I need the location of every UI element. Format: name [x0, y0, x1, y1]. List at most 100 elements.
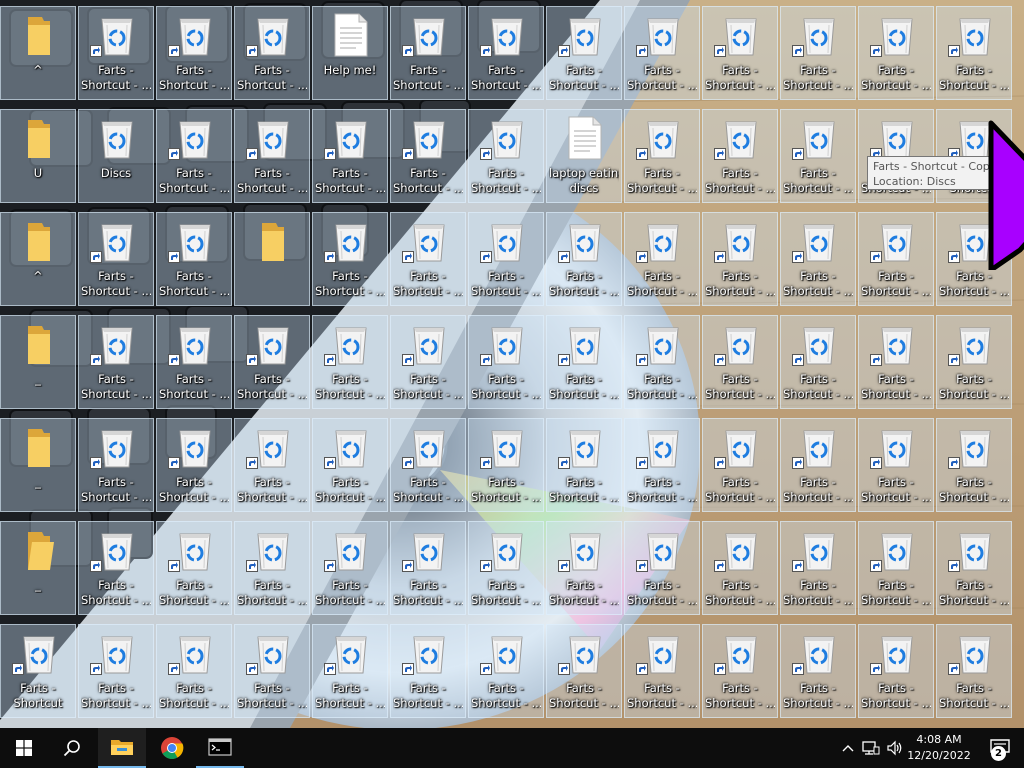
desktop-shortcut[interactable]: Farts -Shortcut - ...	[936, 315, 1012, 409]
desktop-shortcut[interactable]: Farts -Shortcut - ...	[702, 315, 778, 409]
show-hidden-icons-button[interactable]	[838, 728, 858, 768]
desktop-folder[interactable]	[234, 212, 310, 306]
desktop-shortcut[interactable]: Farts -Shortcut - ...	[234, 624, 310, 718]
desktop-folder[interactable]: _	[0, 315, 76, 409]
recycle-bin-icon	[480, 425, 526, 469]
desktop-shortcut[interactable]: Farts -Shortcut - ...	[390, 109, 466, 203]
desktop-folder[interactable]: U	[0, 109, 76, 203]
desktop-shortcut[interactable]: Farts -Shortcut - ...	[78, 315, 154, 409]
desktop-shortcut[interactable]: Farts -Shortcut - ...	[702, 212, 778, 306]
desktop-shortcut[interactable]: Farts -Shortcut - ...	[234, 418, 310, 512]
desktop-shortcut[interactable]: Farts -Shortcut - ...	[546, 315, 622, 409]
desktop-shortcut[interactable]: Farts -Shortcut - ...	[624, 521, 700, 615]
desktop-shortcut[interactable]: Farts -Shortcut - ...	[468, 6, 544, 100]
desktop-shortcut[interactable]: Farts -Shortcut - ...	[858, 315, 934, 409]
desktop-folder[interactable]: _	[0, 418, 76, 512]
start-button[interactable]	[0, 728, 48, 768]
desktop-shortcut[interactable]: Farts -Shortcut - ...	[858, 6, 934, 100]
desktop-shortcut[interactable]: Farts -Shortcut - ...	[312, 109, 388, 203]
desktop-shortcut[interactable]: Farts -Shortcut - ...	[234, 315, 310, 409]
desktop-shortcut[interactable]: Farts -Shortcut - ...	[78, 418, 154, 512]
desktop-shortcut[interactable]: Farts -Shortcut - ...	[858, 212, 934, 306]
desktop-shortcut[interactable]: Farts -Shortcut - ...	[624, 109, 700, 203]
desktop-shortcut[interactable]: Farts -Shortcut - ...	[546, 6, 622, 100]
volume-button[interactable]	[884, 728, 906, 768]
desktop-shortcut[interactable]: Farts -Shortcut - ...	[156, 212, 232, 306]
desktop-shortcut[interactable]: Farts -Shortcut - ...	[780, 6, 856, 100]
desktop-shortcut[interactable]: Farts -Shortcut - ...	[156, 6, 232, 100]
desktop-shortcut[interactable]: Farts -Shortcut - ...	[78, 521, 154, 615]
notification-count-badge: 2	[991, 746, 1006, 761]
desktop-recycle-bin[interactable]: Discs	[78, 109, 154, 203]
chrome-button[interactable]	[148, 728, 196, 768]
desktop-shortcut[interactable]: Farts -Shortcut - ...	[702, 109, 778, 203]
desktop-shortcut[interactable]: Farts -Shortcut - ...	[546, 418, 622, 512]
desktop-shortcut[interactable]: Farts -Shortcut - ...	[312, 521, 388, 615]
desktop-shortcut[interactable]: Farts -Shortcut - ...	[858, 418, 934, 512]
desktop-shortcut[interactable]: Farts -Shortcut - ...	[858, 521, 934, 615]
desktop-folder[interactable]: ^	[0, 212, 76, 306]
command-prompt-button[interactable]	[196, 728, 244, 768]
desktop-shortcut[interactable]: Farts -Shortcut - ...	[234, 6, 310, 100]
desktop-shortcut[interactable]: Farts -Shortcut - ...	[468, 109, 544, 203]
desktop-shortcut[interactable]: Farts -Shortcut - ...	[702, 624, 778, 718]
search-button[interactable]	[48, 728, 96, 768]
desktop-shortcut[interactable]: Farts -Shortcut - ...	[156, 418, 232, 512]
desktop-shortcut[interactable]: Farts -Shortcut - ...	[780, 109, 856, 203]
desktop-shortcut[interactable]: Farts -Shortcut - ...	[390, 212, 466, 306]
desktop-shortcut[interactable]: Farts -Shortcut - ...	[156, 109, 232, 203]
desktop-shortcut[interactable]: Farts -Shortcut - ...	[390, 6, 466, 100]
desktop-shortcut[interactable]: Farts -Shortcut - ...	[702, 418, 778, 512]
desktop-shortcut[interactable]: Farts -Shortcut - ...	[234, 521, 310, 615]
desktop-shortcut[interactable]: Farts -Shortcut - ...	[390, 521, 466, 615]
desktop-shortcut[interactable]: Farts -Shortcut - ...	[858, 624, 934, 718]
desktop-shortcut[interactable]: Farts -Shortcut - ...	[936, 624, 1012, 718]
desktop-shortcut[interactable]: Farts -Shortcut - ...	[702, 521, 778, 615]
desktop-shortcut[interactable]: Farts -Shortcut - ...	[546, 212, 622, 306]
desktop-shortcut[interactable]: Farts -Shortcut - ...	[78, 6, 154, 100]
desktop-shortcut[interactable]: Farts -Shortcut - ...	[468, 212, 544, 306]
desktop-shortcut[interactable]: Farts -Shortcut - ...	[156, 521, 232, 615]
desktop-shortcut[interactable]: Farts -Shortcut - ...	[234, 109, 310, 203]
file-explorer-button[interactable]	[98, 728, 146, 768]
desktop-shortcut[interactable]: Farts -Shortcut - ...	[156, 624, 232, 718]
desktop-folder[interactable]: ^	[0, 6, 76, 100]
desktop-shortcut[interactable]: Farts -Shortcut - ...	[624, 212, 700, 306]
desktop-shortcut[interactable]: Farts -Shortcut - ...	[312, 212, 388, 306]
desktop-shortcut[interactable]: Farts -Shortcut - ...	[390, 418, 466, 512]
desktop-shortcut[interactable]: Farts -Shortcut - ...	[936, 521, 1012, 615]
desktop-shortcut[interactable]: Farts -Shortcut - ...	[624, 418, 700, 512]
desktop-shortcut[interactable]: Farts -Shortcut - ...	[546, 521, 622, 615]
desktop-shortcut[interactable]: Farts -Shortcut - ...	[624, 6, 700, 100]
desktop-shortcut[interactable]: Farts -Shortcut - ...	[156, 315, 232, 409]
desktop-shortcut[interactable]: Farts -Shortcut - ...	[780, 624, 856, 718]
desktop-shortcut[interactable]: Farts -Shortcut - ...	[390, 624, 466, 718]
desktop-shortcut[interactable]: Farts -Shortcut - ...	[702, 6, 778, 100]
desktop-shortcut[interactable]: Farts -Shortcut - ...	[390, 315, 466, 409]
desktop-shortcut[interactable]: Farts -Shortcut - ...	[468, 624, 544, 718]
desktop-shortcut[interactable]: Farts -Shortcut - ...	[936, 6, 1012, 100]
desktop-shortcut[interactable]: Farts -Shortcut - ...	[312, 315, 388, 409]
desktop-shortcut[interactable]: Farts -Shortcut - ...	[468, 418, 544, 512]
desktop-shortcut[interactable]: Farts -Shortcut - ...	[624, 624, 700, 718]
desktop-shortcut[interactable]: Farts -Shortcut	[0, 624, 76, 718]
desktop-shortcut[interactable]: Farts -Shortcut - ...	[468, 521, 544, 615]
desktop-shortcut[interactable]: Farts -Shortcut - ...	[78, 212, 154, 306]
desktop-text-file[interactable]: Help me!	[312, 6, 388, 100]
desktop-shortcut[interactable]: Farts -Shortcut - ...	[624, 315, 700, 409]
network-button[interactable]	[860, 728, 882, 768]
desktop-shortcut[interactable]: Farts -Shortcut - ...	[78, 624, 154, 718]
desktop-text-file[interactable]: laptop eating discs	[546, 109, 622, 203]
desktop-shortcut[interactable]: Farts -Shortcut - ...	[780, 521, 856, 615]
desktop-shortcut[interactable]: Farts -Shortcut - ...	[780, 418, 856, 512]
desktop-shortcut[interactable]: Farts -Shortcut - ...	[468, 315, 544, 409]
desktop-shortcut[interactable]: Farts -Shortcut - ...	[312, 418, 388, 512]
desktop-shortcut[interactable]: Farts -Shortcut - ...	[780, 315, 856, 409]
desktop-shortcut[interactable]: Farts -Shortcut - ...	[546, 624, 622, 718]
desktop-shortcut[interactable]: Farts -Shortcut - ...	[780, 212, 856, 306]
desktop-icon-grid: ^ Farts - Shortcut - ... Farts - Shortcut - …	[0, 0, 1024, 728]
system-clock[interactable]: 4:08 AM 12/20/2022	[906, 728, 972, 768]
desktop-shortcut[interactable]: Farts -Shortcut - ...	[312, 624, 388, 718]
desktop-shortcut[interactable]: Farts -Shortcut - ...	[936, 418, 1012, 512]
desktop-folder[interactable]: _	[0, 521, 76, 615]
